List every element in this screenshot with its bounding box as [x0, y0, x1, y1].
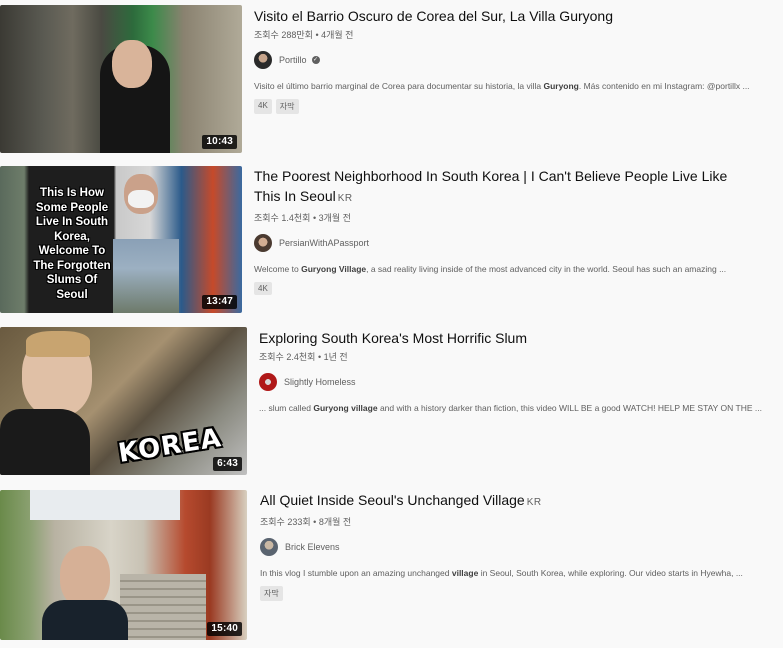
description-highlight: village: [451, 568, 479, 578]
video-title[interactable]: The Poorest Neighborhood In South Korea …: [254, 166, 754, 209]
description-highlight: Guryong: [543, 81, 579, 91]
channel-name[interactable]: Portillo: [279, 55, 307, 65]
video-title[interactable]: Exploring South Korea's Most Horrific Sl…: [259, 328, 779, 348]
badge-subtitles: 자막: [275, 99, 299, 114]
language-tag: KR: [526, 497, 542, 508]
video-thumbnail[interactable]: This Is How Some People Live In South Ko…: [0, 166, 242, 313]
badge-4k: 4K: [254, 99, 272, 114]
thumbnail-figure: [42, 600, 128, 640]
badge-row: 자막: [260, 586, 779, 601]
channel-link[interactable]: PersianWithAPassport: [254, 234, 754, 252]
video-info: Exploring South Korea's Most Horrific Sl…: [259, 328, 779, 413]
badge-row: 4K: [254, 282, 754, 295]
badge-row: 4K 자막: [254, 99, 779, 114]
channel-name[interactable]: Brick Elevens: [285, 542, 340, 552]
video-duration: 13:47: [202, 295, 237, 309]
language-tag: KR: [337, 193, 353, 204]
video-info: All Quiet Inside Seoul's Unchanged Villa…: [260, 490, 779, 601]
channel-link[interactable]: Slightly Homeless: [259, 373, 779, 391]
thumbnail-face: [112, 40, 152, 88]
thumbnail-caption: This Is How Some People Live In South Ko…: [33, 187, 111, 301]
video-meta: 조회수 2.4천회 • 1년 전: [259, 350, 779, 363]
video-title-text: All Quiet Inside Seoul's Unchanged Villa…: [260, 492, 525, 508]
meta-separator: •: [313, 517, 317, 527]
video-title-text: Visito el Barrio Oscuro de Corea del Sur…: [254, 8, 614, 24]
video-description: Welcome to Guryong Village, a sad realit…: [254, 264, 754, 274]
view-count: 조회수 2.4천회: [259, 352, 316, 362]
thumbnail-panel-divider: [113, 239, 179, 313]
badge-4k: 4K: [254, 282, 272, 295]
description-highlight: Guryong Village: [301, 264, 367, 274]
description-text: , a sad reality living inside of the mos…: [366, 264, 727, 274]
view-count: 조회수 233회: [260, 517, 311, 527]
channel-name[interactable]: PersianWithAPassport: [279, 238, 369, 248]
thumbnail-mask: [128, 190, 154, 208]
video-description: Visito el último barrio marginal de Core…: [254, 81, 779, 91]
upload-age: 3개월 전: [318, 213, 351, 223]
video-title[interactable]: Visito el Barrio Oscuro de Corea del Sur…: [254, 6, 779, 26]
upload-age: 4개월 전: [321, 30, 354, 40]
upload-age: 1년 전: [323, 352, 348, 362]
video-thumbnail[interactable]: 10:43: [0, 5, 242, 153]
thumbnail-figure: [0, 409, 90, 475]
video-duration: 15:40: [207, 622, 242, 636]
video-title-text: Exploring South Korea's Most Horrific Sl…: [259, 330, 527, 346]
channel-avatar[interactable]: [260, 538, 278, 556]
channel-avatar[interactable]: [254, 51, 272, 69]
description-highlight: Guryong village: [313, 403, 378, 413]
channel-link[interactable]: Brick Elevens: [260, 538, 779, 556]
meta-separator: •: [315, 30, 319, 40]
video-title-text: The Poorest Neighborhood In South Korea …: [254, 168, 728, 204]
description-text: in Seoul, South Korea, while exploring. …: [478, 568, 743, 578]
video-description: ... slum called Guryong village and with…: [259, 403, 779, 413]
thumbnail-hair: [26, 331, 90, 357]
badge-subtitles: 자막: [260, 586, 283, 601]
video-duration: 6:43: [213, 457, 242, 471]
description-text: and with a history darker than fiction, …: [377, 403, 762, 413]
description-text: ... slum called: [259, 403, 314, 413]
channel-name[interactable]: Slightly Homeless: [284, 377, 356, 387]
description-text: Welcome to: [254, 264, 302, 274]
channel-avatar[interactable]: [259, 373, 277, 391]
video-meta: 조회수 1.4천회 • 3개월 전: [254, 211, 754, 224]
video-thumbnail[interactable]: 15:40: [0, 490, 247, 640]
description-text: . Más contenido en mi Instagram: @portil…: [578, 81, 750, 91]
video-duration: 10:43: [202, 135, 237, 149]
verified-check-icon: ✓: [311, 56, 320, 64]
upload-age: 8개월 전: [318, 517, 352, 527]
view-count: 조회수 288만회: [254, 30, 313, 40]
video-meta: 조회수 288만회 • 4개월 전: [254, 28, 779, 41]
channel-link[interactable]: Portillo ✓: [254, 51, 779, 69]
video-meta: 조회수 233회 • 8개월 전: [260, 515, 779, 528]
video-info: Visito el Barrio Oscuro de Corea del Sur…: [254, 6, 779, 114]
description-text: In this vlog I stumble upon an amazing u…: [260, 568, 452, 578]
channel-avatar[interactable]: [254, 234, 272, 252]
video-thumbnail[interactable]: KOREA 6:43: [0, 327, 247, 475]
video-title[interactable]: All Quiet Inside Seoul's Unchanged Villa…: [260, 490, 779, 513]
thumbnail-sky: [30, 490, 180, 520]
video-info: The Poorest Neighborhood In South Korea …: [254, 166, 754, 295]
description-text: Visito el último barrio marginal de Core…: [254, 81, 544, 91]
meta-separator: •: [312, 213, 317, 223]
view-count: 조회수 1.4천회: [254, 213, 311, 223]
thumbnail-face: [60, 546, 110, 608]
meta-separator: •: [317, 352, 322, 362]
video-description: In this vlog I stumble upon an amazing u…: [260, 568, 779, 578]
thumbnail-stairs: [120, 574, 206, 640]
